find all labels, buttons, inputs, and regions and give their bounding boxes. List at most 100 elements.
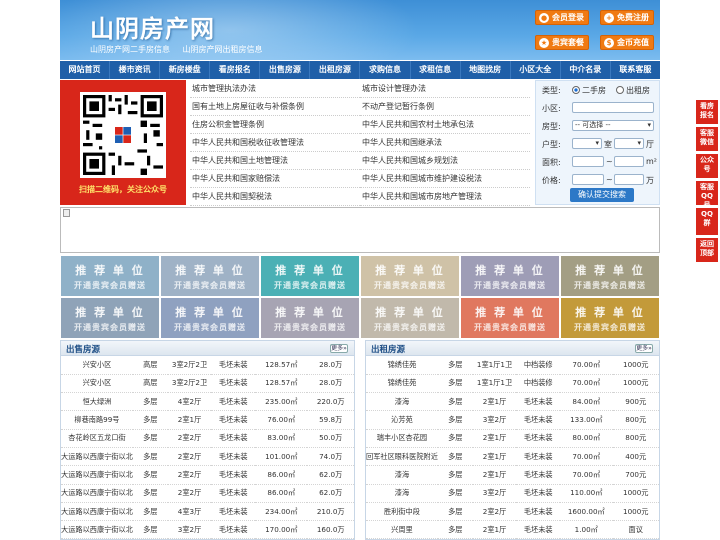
table-row[interactable]: 柳巷南路99号 多层 2室1厅 毛坯未装 76.00㎡ 59.8万: [61, 410, 354, 430]
listing-name[interactable]: 漆海: [366, 484, 438, 503]
recommend-tile[interactable]: 推 荐 单 位开通贵宾会员赠送: [361, 256, 459, 296]
listing-name[interactable]: 大运路以西康宁街以北: [61, 465, 133, 485]
table-row[interactable]: 大运路以西康宁街以北 多层 2室2厅 毛坯未装 101.00㎡ 74.0万: [61, 447, 354, 467]
listing-name[interactable]: 兴安小区: [61, 374, 133, 394]
table-row[interactable]: 大运路以西康宁街以北 多层 4室3厅 毛坯未装 234.00㎡ 210.0万: [61, 502, 354, 522]
recommend-tile[interactable]: 推 荐 单 位开通贵宾会员赠送: [61, 256, 159, 296]
listing-name[interactable]: 兴周里: [366, 520, 438, 539]
listing-name[interactable]: 锦绣佳苑: [366, 374, 438, 394]
register-button[interactable]: + 免费注册: [600, 10, 654, 25]
room-select[interactable]: ▾: [572, 138, 602, 149]
recommend-tile[interactable]: 推 荐 单 位开通贵宾会员赠送: [261, 298, 359, 338]
listing-name[interactable]: 兴安小区: [61, 356, 133, 375]
search-submit-button[interactable]: 确认提交搜索: [570, 188, 634, 202]
recommend-tile[interactable]: 推 荐 单 位开通贵宾会员赠送: [161, 256, 259, 296]
side-viewing-signup[interactable]: 看房报名: [696, 100, 718, 124]
area-max-input[interactable]: [614, 156, 644, 167]
nav-agents[interactable]: 中介名录: [561, 61, 611, 79]
table-row[interactable]: 漆海 多层 3室2厅 毛坯未装 110.00㎡ 1000元: [366, 484, 659, 503]
table-row[interactable]: 回军社区眼科医院附近 多层 2室1厅 毛坯未装 70.00㎡ 400元: [366, 447, 659, 467]
recommend-tile[interactable]: 推 荐 单 位开通贵宾会员赠送: [361, 298, 459, 338]
table-row[interactable]: 沁芳苑 多层 3室2厅 毛坯未装 133.00㎡ 800元: [366, 410, 659, 430]
site-logo[interactable]: 山阴房产网: [90, 9, 215, 44]
nav-news[interactable]: 楼市资讯: [110, 61, 161, 79]
listing-name[interactable]: 漆海: [366, 465, 438, 485]
law-link[interactable]: 中华人民共和国城市维护建设税法: [360, 170, 530, 188]
recommend-tile[interactable]: 推 荐 单 位开通贵宾会员赠送: [561, 256, 659, 296]
nav-sale[interactable]: 出售房源: [260, 61, 311, 79]
hall-select[interactable]: ▾: [614, 138, 644, 149]
price-max-input[interactable]: [614, 174, 644, 185]
community-input[interactable]: [572, 102, 654, 113]
law-link[interactable]: 中华人民共和国契税法: [190, 188, 360, 206]
recommend-tile[interactable]: 推 荐 单 位开通贵宾会员赠送: [161, 298, 259, 338]
nav-communities[interactable]: 小区大全: [511, 61, 561, 79]
table-row[interactable]: 大运路以西康宁街以北 多层 2室2厅 毛坯未装 86.00㎡ 62.0万: [61, 484, 354, 503]
rent-more-button[interactable]: 更多»: [635, 344, 653, 353]
listing-name[interactable]: 柳巷南路99号: [61, 410, 133, 430]
ad-banner[interactable]: [60, 207, 660, 253]
table-row[interactable]: 大运路以西康宁街以北 多层 2室2厅 毛坯未装 86.00㎡ 62.0万: [61, 465, 354, 485]
listing-name[interactable]: 漆海: [366, 392, 438, 412]
side-qq-support[interactable]: 客服QQ号: [696, 181, 718, 209]
vip-package-button[interactable]: ★ 贵宾套餐: [535, 35, 589, 50]
table-row[interactable]: 瑞丰小区杏花园 多层 2室1厅 毛坯未装 80.00㎡ 800元: [366, 429, 659, 448]
table-row[interactable]: 兴安小区 高层 3室2厅2卫 毛坯未装 128.57㎡ 28.0万: [61, 374, 354, 394]
listing-name[interactable]: 锦绣佳苑: [366, 356, 438, 375]
nav-new-homes[interactable]: 新房楼盘: [160, 61, 211, 79]
radio-secondhand[interactable]: 二手房: [572, 85, 606, 96]
nav-viewing-signup[interactable]: 看房报名: [210, 61, 261, 79]
listing-name[interactable]: 杏花岭区五龙口街: [61, 429, 133, 448]
nav-map[interactable]: 地图找房: [461, 61, 511, 79]
side-official-account[interactable]: 公众号: [696, 154, 718, 178]
law-link[interactable]: 中华人民共和国家赔偿法: [190, 170, 360, 188]
table-row[interactable]: 锦绣佳苑 多层 1室1厅1卫 中档装修 70.00㎡ 1000元: [366, 356, 659, 375]
table-row[interactable]: 恒大绿洲 多层 4室2厅 毛坯未装 235.00㎡ 220.0万: [61, 392, 354, 412]
listing-name[interactable]: 大运路以西康宁街以北: [61, 447, 133, 467]
nav-rent[interactable]: 出租房源: [310, 61, 361, 79]
listing-name[interactable]: 恒大绿洲: [61, 392, 133, 412]
listing-name[interactable]: 大运路以西康宁街以北: [61, 484, 133, 503]
listing-name[interactable]: 瑞丰小区杏花园: [366, 429, 438, 448]
law-link[interactable]: 中华人民共和国城市房地产管理法: [360, 188, 530, 206]
nav-want-rent[interactable]: 求租信息: [411, 61, 461, 79]
price-min-input[interactable]: [572, 174, 604, 185]
law-link[interactable]: 中华人民共和国城乡规划法: [360, 152, 530, 170]
law-link[interactable]: 中华人民共和国农村土地承包法: [360, 116, 530, 134]
nav-support[interactable]: 联系客服: [611, 61, 660, 79]
recommend-tile[interactable]: 推 荐 单 位开通贵宾会员赠送: [461, 298, 559, 338]
recommend-tile[interactable]: 推 荐 单 位开通贵宾会员赠送: [461, 256, 559, 296]
side-wechat-support[interactable]: 客服微信: [696, 127, 718, 151]
coin-recharge-button[interactable]: $ 金币充值: [600, 35, 654, 50]
law-link[interactable]: 中华人民共和国继承法: [360, 134, 530, 152]
recommend-tile[interactable]: 推 荐 单 位开通贵宾会员赠送: [261, 256, 359, 296]
law-link[interactable]: 国有土地上房屋征收与补偿条例: [190, 98, 360, 116]
house-type-select[interactable]: -- 可选择 -- ▾: [572, 120, 654, 131]
recommend-tile[interactable]: 推 荐 单 位开通贵宾会员赠送: [61, 298, 159, 338]
table-row[interactable]: 杏花岭区五龙口街 多层 2室2厅 毛坯未装 83.00㎡ 50.0万: [61, 429, 354, 448]
listing-name[interactable]: 沁芳苑: [366, 410, 438, 430]
listing-name[interactable]: 胜利街中段: [366, 502, 438, 522]
nav-want-buy[interactable]: 求购信息: [360, 61, 411, 79]
sub-link-sale[interactable]: 山阴房产网二手房信息: [90, 45, 170, 54]
area-min-input[interactable]: [572, 156, 604, 167]
law-link[interactable]: 城市管理执法办法: [190, 80, 360, 98]
law-link[interactable]: 城市设计管理办法: [360, 80, 530, 98]
table-row[interactable]: 漆海 多层 2室1厅 毛坯未装 70.00㎡ 700元: [366, 465, 659, 485]
table-row[interactable]: 胜利街中段 多层 2室2厅 毛坯未装 1600.00㎡ 1000元: [366, 502, 659, 522]
listing-name[interactable]: 大运路以西康宁街以北: [61, 502, 133, 522]
listing-name[interactable]: 大运路以西康宁街以北: [61, 520, 133, 539]
sale-more-button[interactable]: 更多»: [330, 344, 348, 353]
listing-name[interactable]: 回军社区眼科医院附近: [366, 447, 438, 467]
law-link[interactable]: 中华人民共和国土地管理法: [190, 152, 360, 170]
login-button[interactable]: ● 会员登录: [535, 10, 589, 25]
law-link[interactable]: 住房公积金管理条例: [190, 116, 360, 134]
law-link[interactable]: 中华人民共和国税收征收管理法: [190, 134, 360, 152]
nav-home[interactable]: 网站首页: [60, 61, 111, 79]
side-qq-group[interactable]: QQ群: [696, 208, 718, 235]
table-row[interactable]: 漆海 多层 2室1厅 毛坯未装 84.00㎡ 900元: [366, 392, 659, 412]
sub-link-rent[interactable]: 山阴房产网出租房信息: [183, 45, 263, 54]
recommend-tile[interactable]: 推 荐 单 位开通贵宾会员赠送: [561, 298, 659, 338]
law-link[interactable]: 不动产登记暂行条例: [360, 98, 530, 116]
table-row[interactable]: 兴周里 多层 2室1厅 毛坯未装 1.00㎡ 面议: [366, 520, 659, 539]
